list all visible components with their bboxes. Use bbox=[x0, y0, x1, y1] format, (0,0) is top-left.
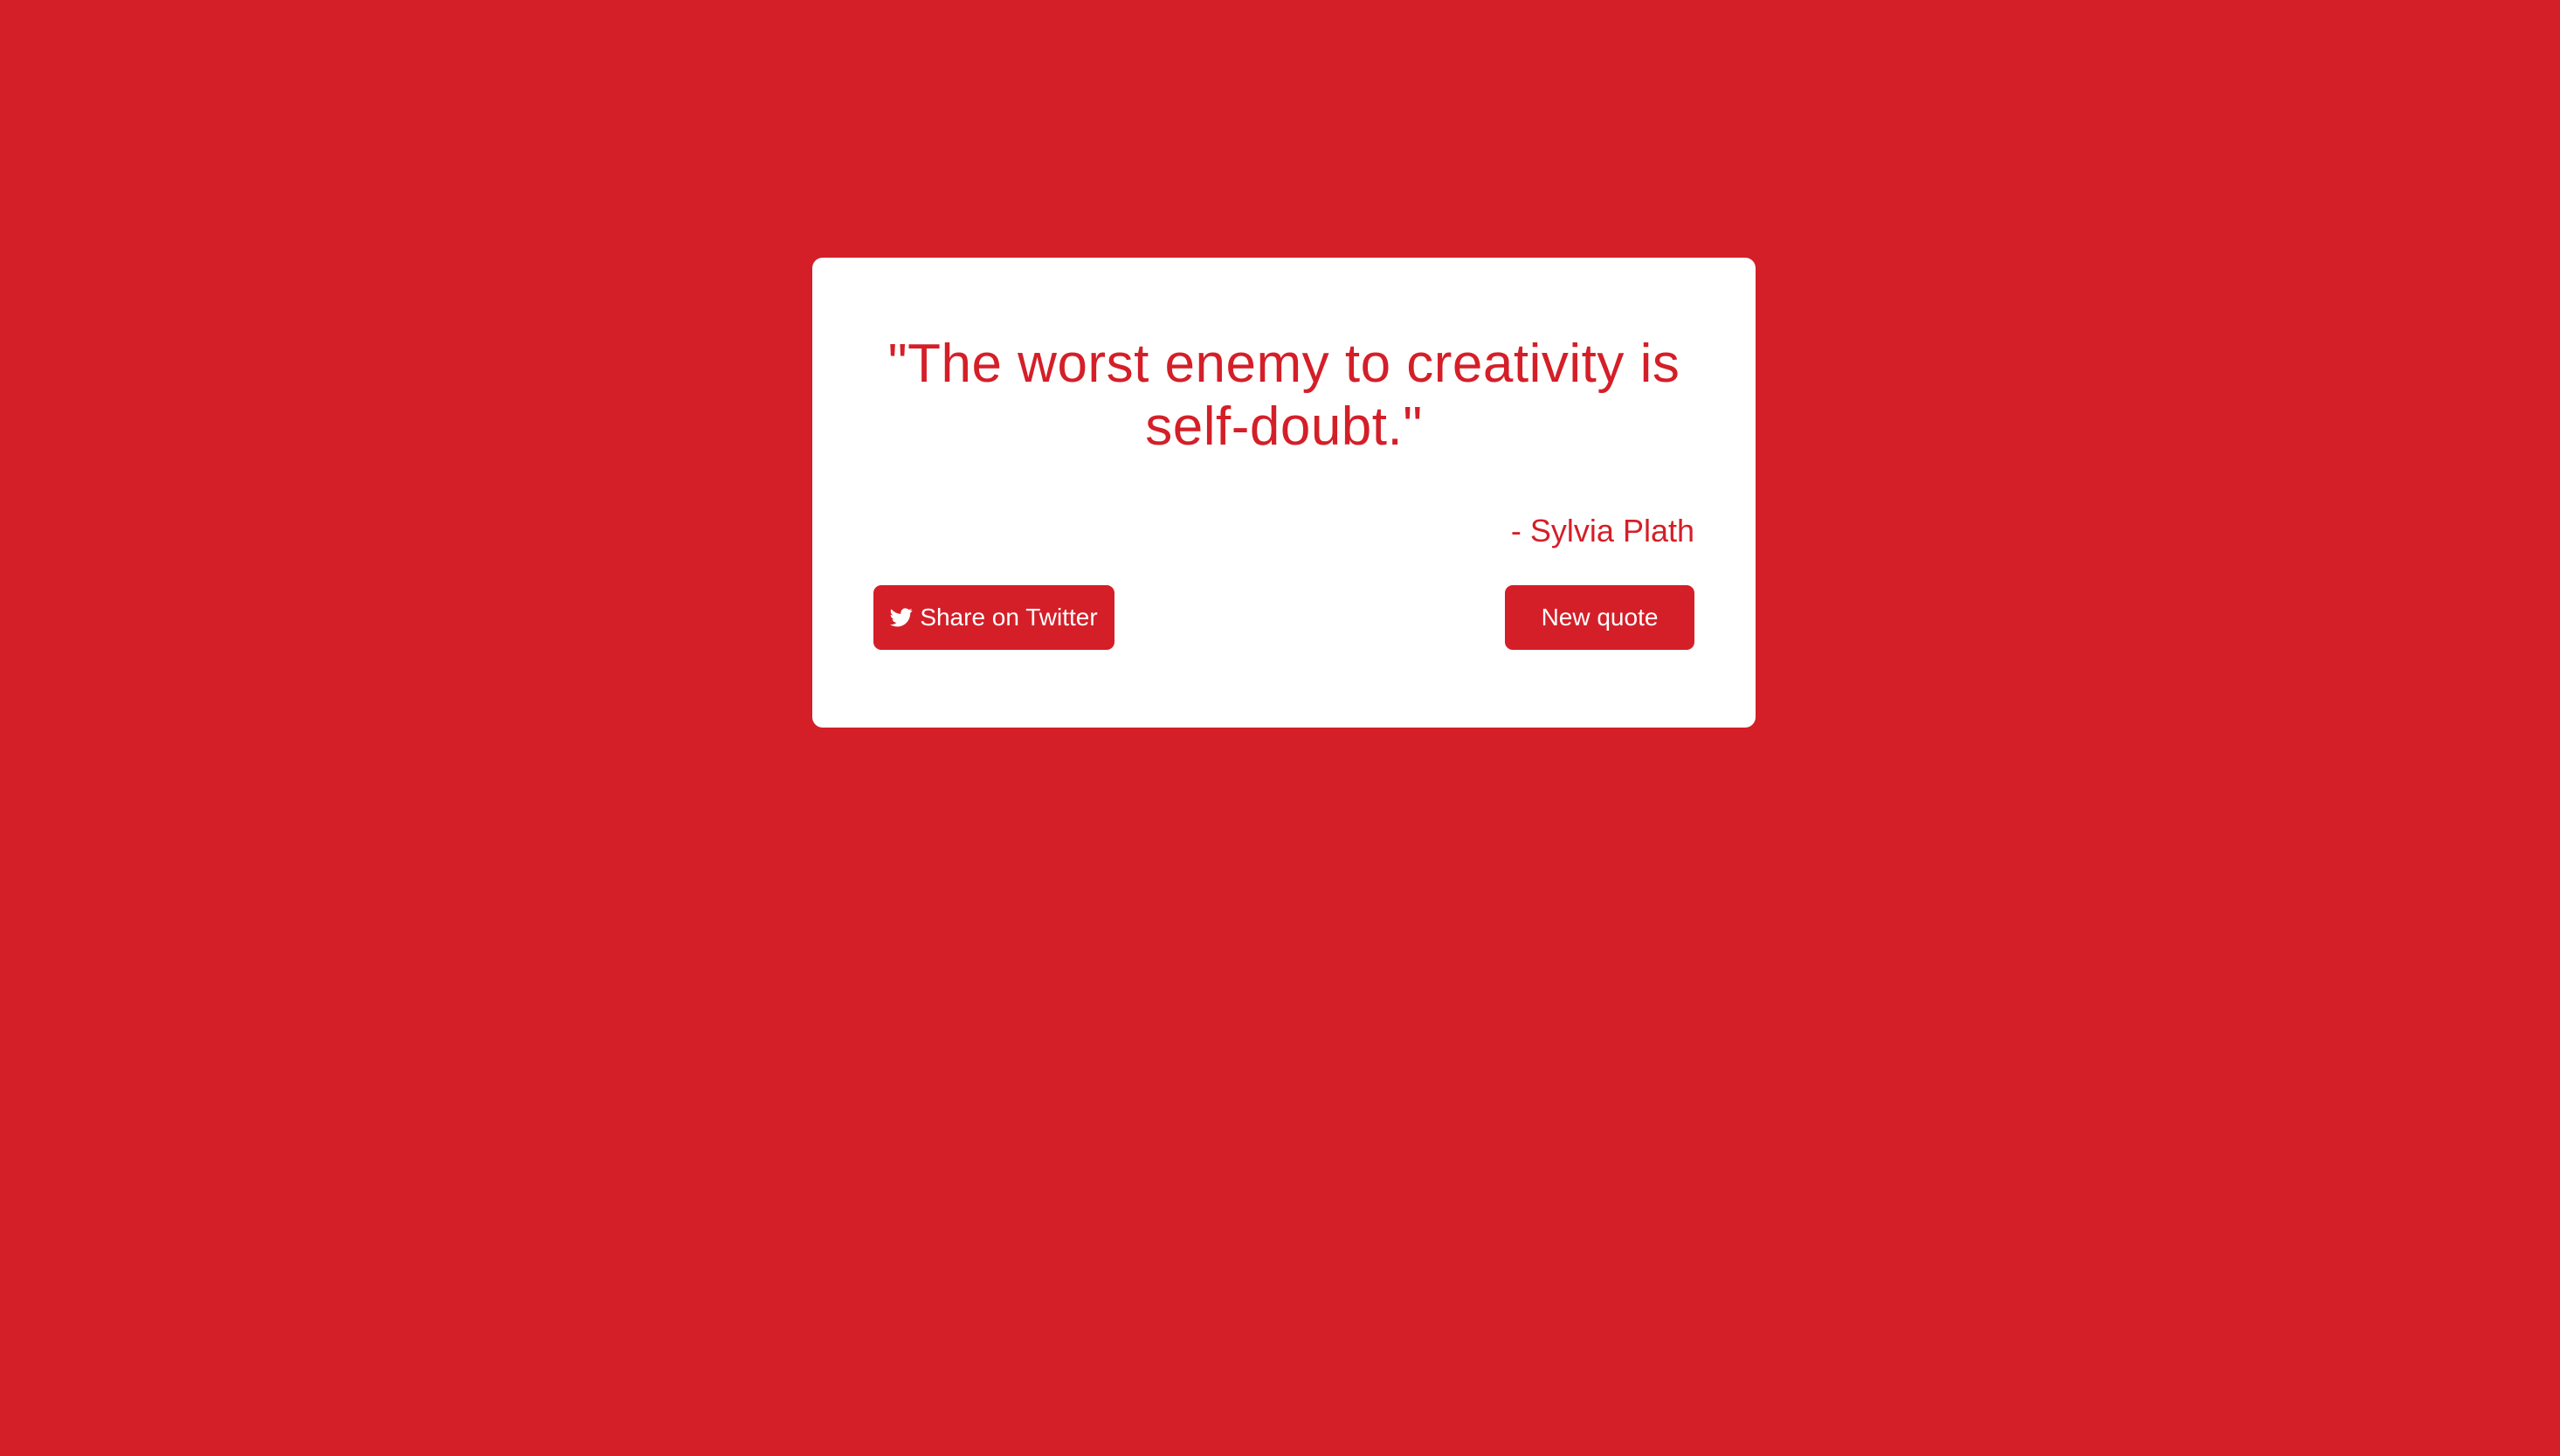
share-on-twitter-button[interactable]: Share on Twitter bbox=[873, 585, 1114, 650]
quote-author: - Sylvia Plath bbox=[1510, 513, 1694, 549]
quote-text: "The worst enemy to creativity is self-d… bbox=[887, 334, 1680, 457]
twitter-bird-icon bbox=[890, 608, 913, 627]
page-background: "The worst enemy to creativity is self-d… bbox=[0, 0, 2560, 1456]
share-on-twitter-label: Share on Twitter bbox=[920, 604, 1098, 631]
new-quote-button[interactable]: New quote bbox=[1505, 585, 1694, 650]
quote-card: "The worst enemy to creativity is self-d… bbox=[812, 258, 1756, 728]
